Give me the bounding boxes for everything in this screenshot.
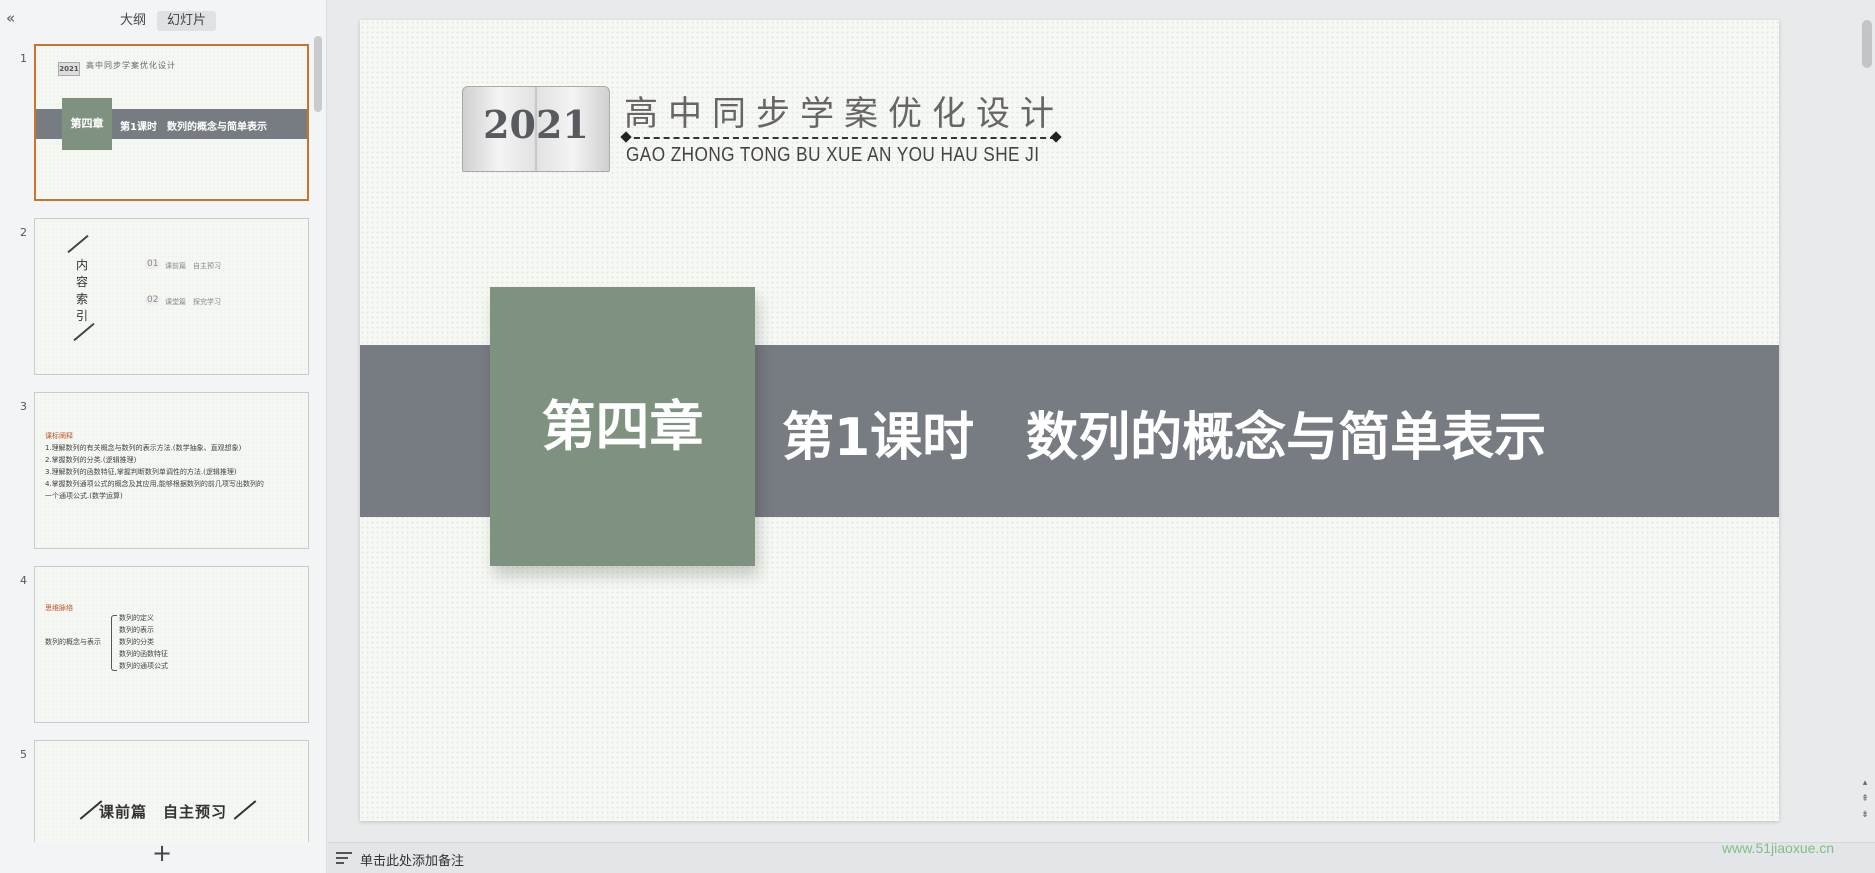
thumbnail-number: 4 xyxy=(20,574,27,587)
thumbnail-number: 1 xyxy=(20,52,27,65)
slash-decoration xyxy=(233,800,257,820)
collapse-panel-icon[interactable]: « xyxy=(6,11,22,26)
thumb-heading: 课标阐释 xyxy=(45,432,73,440)
book-icon: 2021 xyxy=(58,62,80,76)
mindmap-root: 数列的概念与表示 xyxy=(45,638,101,646)
slide-thumbnail-2[interactable]: 内 容 索 引 01 课前篇 自主预习 02 课堂篇 探究学习 xyxy=(34,218,309,375)
vertical-char: 引 xyxy=(75,309,88,323)
notes-icon xyxy=(336,852,352,866)
slide-thumbnail-1[interactable]: 2021 高中同步学案优化设计 第四章 第1课时 数列的概念与简单表示 xyxy=(34,44,309,201)
item-text: 课前篇 自主预习 xyxy=(165,262,221,270)
scroll-up-icon[interactable]: ▴ xyxy=(1858,778,1872,790)
thumbnail-number: 2 xyxy=(20,226,27,239)
series-title: 高中同步学案优化设计 xyxy=(624,94,1064,134)
thumb-line: 一个通项公式.(数学运算) xyxy=(45,492,123,500)
mindmap-item: 数列的通项公式 xyxy=(119,662,168,670)
thumb-line: 4.掌握数列通项公式的概念及其应用,能够根据数列的前几项写出数列的 xyxy=(45,480,264,488)
slash-decoration xyxy=(67,234,89,254)
panel-toolbar: « 大纲 幻灯片 xyxy=(0,0,327,36)
tab-outline[interactable]: 大纲 xyxy=(110,11,156,31)
book-year: 2021 xyxy=(483,102,589,147)
mindmap-item: 数列的函数特征 xyxy=(119,650,168,658)
slide-thumbnail-3[interactable]: 课标阐释 1.理解数列的有关概念与数列的表示方法.(数学抽象、直观想象) 2.掌… xyxy=(34,392,309,549)
mindmap-item: 数列的定义 xyxy=(119,614,154,622)
tab-slides[interactable]: 幻灯片 xyxy=(157,11,217,31)
add-slide-icon[interactable]: + xyxy=(150,841,174,866)
brace-icon xyxy=(111,615,117,671)
mindmap-item: 数列的分类 xyxy=(119,638,154,646)
thumbnail-number: 3 xyxy=(20,400,27,413)
current-slide[interactable]: 2021 高中同步学案优化设计 GAO ZHONG TONG BU XUE AN… xyxy=(360,20,1779,821)
thumb-line: 2.掌握数列的分类.(逻辑推理) xyxy=(45,456,137,464)
thumb-line: 1.理解数列的有关概念与数列的表示方法.(数学抽象、直观想象) xyxy=(45,444,242,452)
series-pinyin: GAO ZHONG TONG BU XUE AN YOU HAU SHE JI xyxy=(626,144,1040,166)
previous-slide-icon[interactable]: ⇞ xyxy=(1858,794,1872,806)
slide-thumbnail-4[interactable]: 思维脉络 数列的概念与表示 数列的定义 数列的表示 数列的分类 数列的函数特征 … xyxy=(34,566,309,723)
next-slide-icon[interactable]: ⇟ xyxy=(1858,810,1872,822)
thumb-chapter: 第四章 xyxy=(62,98,112,150)
thumbnail-list: 1 2021 高中同步学案优化设计 第四章 第1课时 数列的概念与简单表示 2 … xyxy=(0,36,327,842)
slide-panel: « 大纲 幻灯片 1 2021 高中同步学案优化设计 第四章 第1课时 数列的概… xyxy=(0,0,327,873)
thumb-heading: 思维脉络 xyxy=(45,604,73,612)
canvas-scrollbar[interactable] xyxy=(1862,20,1872,68)
notes-input[interactable]: 单击此处添加备注 xyxy=(360,850,464,869)
slash-decoration xyxy=(73,322,95,342)
slide-canvas: 2021 高中同步学案优化设计 GAO ZHONG TONG BU XUE AN… xyxy=(328,0,1875,842)
thumb-lesson: 第1课时 数列的概念与简单表示 xyxy=(120,122,267,133)
thumb-vertical-title: 内 容 索 引 xyxy=(75,257,89,325)
thumb-section-title: 课前篇 自主预习 xyxy=(99,803,228,821)
item-index: 01 xyxy=(145,259,161,269)
item-text: 课堂篇 探究学习 xyxy=(165,298,221,306)
chapter-box: 第四章 xyxy=(490,287,755,566)
item-index: 02 xyxy=(145,295,161,305)
watermark: www.51jiaoxue.cn xyxy=(1722,840,1835,856)
thumbnail-number: 5 xyxy=(20,748,27,761)
notes-bar: 单击此处添加备注 xyxy=(328,842,1875,873)
lesson-title: 第1课时 数列的概念与简单表示 xyxy=(782,408,1547,468)
thumb-series-title: 高中同步学案优化设计 xyxy=(86,61,176,70)
chapter-label: 第四章 xyxy=(541,395,704,458)
vertical-char: 容 xyxy=(75,275,88,289)
thumb-line: 3.理解数列的函数特征,掌握判断数列单调性的方法.(逻辑推理) xyxy=(45,468,237,476)
thumbnail-scrollbar[interactable] xyxy=(314,36,322,112)
mindmap-item: 数列的表示 xyxy=(119,626,154,634)
book-icon: 2021 xyxy=(462,78,610,178)
slide-thumbnail-5[interactable]: 课前篇 自主预习 xyxy=(34,740,309,842)
series-divider xyxy=(624,137,1056,139)
vertical-char: 内 xyxy=(75,258,88,272)
vertical-char: 索 xyxy=(75,292,88,306)
